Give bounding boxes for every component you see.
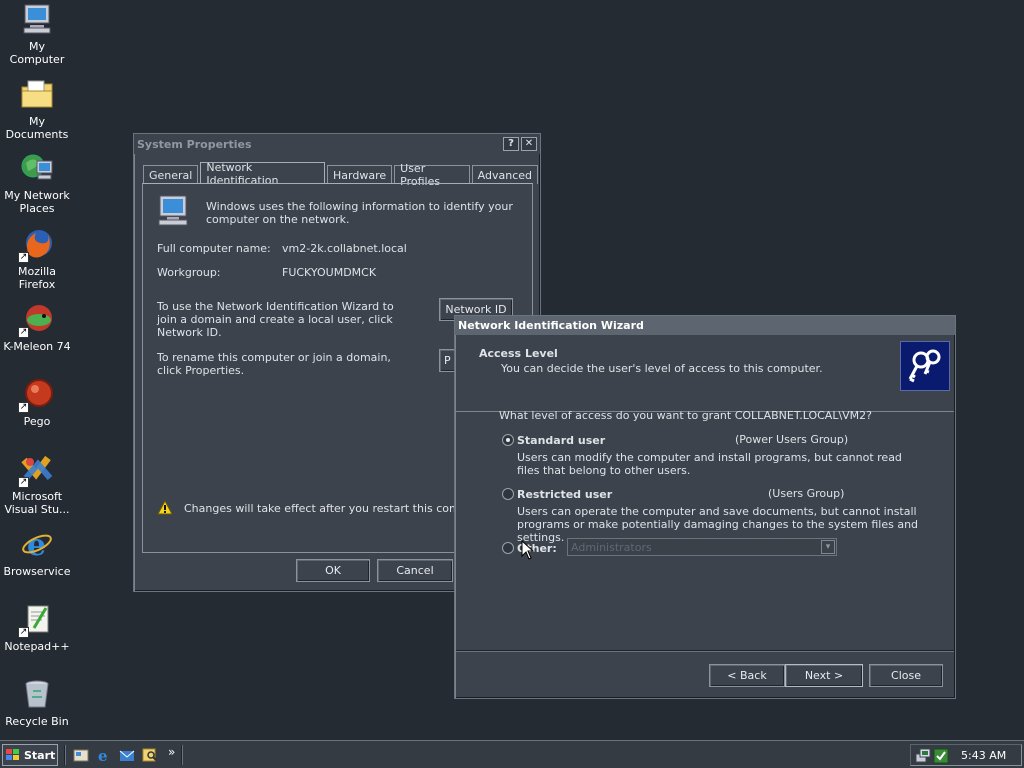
next-button[interactable]: Next > [785,664,863,687]
warning-icon [157,499,173,515]
k-meleon-icon: ↗ [18,302,54,338]
restricted-user-group: (Users Group) [768,487,845,500]
visual-studio-icon: ↗ [18,452,54,488]
desktop-icon-mozilla-firefox[interactable]: ↗ Mozilla Firefox [0,227,74,291]
tab-advanced[interactable]: Advanced [471,165,538,184]
desktop-icon-notepad-plus-plus[interactable]: ↗ Notepad++ [0,602,74,653]
title-bar[interactable]: Network Identification Wizard [455,316,955,335]
desktop-icon-browservice[interactable]: e Browservice [0,527,74,578]
restricted-user-radio[interactable] [502,488,514,500]
title-bar[interactable]: System Properties ? ✕ [134,134,540,154]
tab-general[interactable]: General [143,165,199,184]
firefox-icon: ↗ [18,227,54,263]
quick-launch-overflow[interactable]: » [168,745,175,759]
desktop-icon-label: My Computer [9,40,65,66]
desktop-icon-label: Microsoft Visual Stu... [4,490,70,516]
network-icon [20,151,54,185]
system-tray: 5:43 AM [910,744,1022,766]
window-title: Network Identification Wizard [458,319,644,332]
search-icon[interactable] [142,747,158,763]
clock[interactable]: 5:43 AM [961,749,1006,762]
desktop-icon-label: Recycle Bin [5,715,69,728]
pego-icon: ↗ [18,377,54,413]
svg-text:e: e [27,528,46,561]
header-title: Access Level [479,347,558,360]
tab-strip: General Network Identification Hardware … [143,161,540,188]
standard-user-group: (Power Users Group) [735,433,849,446]
start-label: Start [24,748,56,762]
desktop-icon-label: K-Meleon 74 [3,340,71,353]
quick-launch-divider [64,745,66,765]
desktop-icon-label: Mozilla Firefox [18,265,56,291]
internet-explorer-icon: e [20,527,54,563]
window-title: System Properties [137,137,252,151]
desktop-icon-label: My Network Places [4,189,70,215]
show-desktop-icon[interactable] [73,747,89,763]
full-computer-name-label: Full computer name: [157,242,271,255]
computer-icon [157,194,191,226]
footer-divider [456,650,954,652]
workgroup-label: Workgroup: [157,266,221,279]
workgroup-value: FUCKYOUMDMCK [282,266,377,279]
taskbar: Start e » 5:43 AM [0,740,1024,768]
shortcut-arrow-icon: ↗ [18,252,29,263]
header-subtitle: You can decide the user's level of acces… [501,362,823,375]
standard-user-label[interactable]: Standard user [517,434,605,447]
shortcut-arrow-icon: ↗ [18,477,29,488]
desktop-icon-my-computer[interactable]: My Computer [0,2,74,66]
computer-icon [20,2,54,36]
desktop-icon-k-meleon[interactable]: ↗ K-Meleon 74 [0,302,74,353]
standard-user-radio[interactable] [502,434,514,446]
folder-icon [20,77,54,111]
chevron-down-icon[interactable]: ▾ [821,540,835,554]
shortcut-arrow-icon: ↗ [18,627,29,638]
start-button[interactable]: Start [2,744,58,766]
other-group-combo[interactable]: Administrators ▾ [567,538,837,556]
other-radio[interactable] [502,542,514,554]
task-area-divider [181,745,183,765]
intro-text: Windows uses the following information t… [206,200,513,226]
desktop-icon-label: My Documents [5,115,69,141]
restricted-user-label[interactable]: Restricted user [517,488,612,501]
keys-icon [900,341,950,391]
standard-user-description: Users can modify the computer and instal… [517,451,902,477]
windows-logo-icon [6,749,20,761]
internet-explorer-icon[interactable]: e [96,747,112,765]
shortcut-arrow-icon: ↗ [18,402,29,413]
mouse-cursor-icon [521,539,535,560]
cancel-button[interactable]: Cancel [377,559,453,582]
svg-text:e: e [98,747,108,763]
combo-value: Administrators [571,541,652,554]
tray-app-icon[interactable] [933,748,949,764]
desktop-icon-visual-studio[interactable]: ↗ Microsoft Visual Stu... [0,452,74,516]
desktop-icon-my-network-places[interactable]: My Network Places [0,151,74,215]
notepad-plus-plus-icon: ↗ [18,602,54,638]
desktop-icon-recycle-bin[interactable]: Recycle Bin [0,677,74,728]
rename-instructions: To rename this computer or join a domain… [157,351,391,377]
recycle-bin-icon [20,677,54,711]
close-button[interactable]: Close [869,664,943,687]
network-identification-wizard-window: Network Identification Wizard Access Lev… [454,315,956,699]
desktop-icon-pego[interactable]: ↗ Pego [0,377,74,428]
full-computer-name-value: vm2-2k.collabnet.local [282,242,407,255]
ok-button[interactable]: OK [296,559,370,582]
restart-warning-text: Changes will take effect after you resta… [184,502,492,515]
back-button[interactable]: < Back [709,664,785,687]
tab-hardware[interactable]: Hardware [327,165,393,184]
desktop-icon-label: Pego [23,415,51,428]
network-id-instructions: To use the Network Identification Wizard… [157,300,394,339]
outlook-express-icon[interactable] [119,747,135,763]
network-tray-icon[interactable] [915,748,931,764]
desktop-icon-my-documents[interactable]: My Documents [0,77,74,141]
wizard-header: Access Level You can decide the user's l… [456,336,954,412]
shortcut-arrow-icon: ↗ [18,327,29,338]
help-button[interactable]: ? [503,137,519,151]
desktop-icon-label: Notepad++ [4,640,70,653]
tab-user-profiles[interactable]: User Profiles [394,162,470,188]
tab-network-identification[interactable]: Network Identification [200,161,326,187]
access-level-question: What level of access do you want to gran… [499,409,873,422]
close-button[interactable]: ✕ [521,137,537,151]
desktop-icon-label: Browservice [3,565,71,578]
